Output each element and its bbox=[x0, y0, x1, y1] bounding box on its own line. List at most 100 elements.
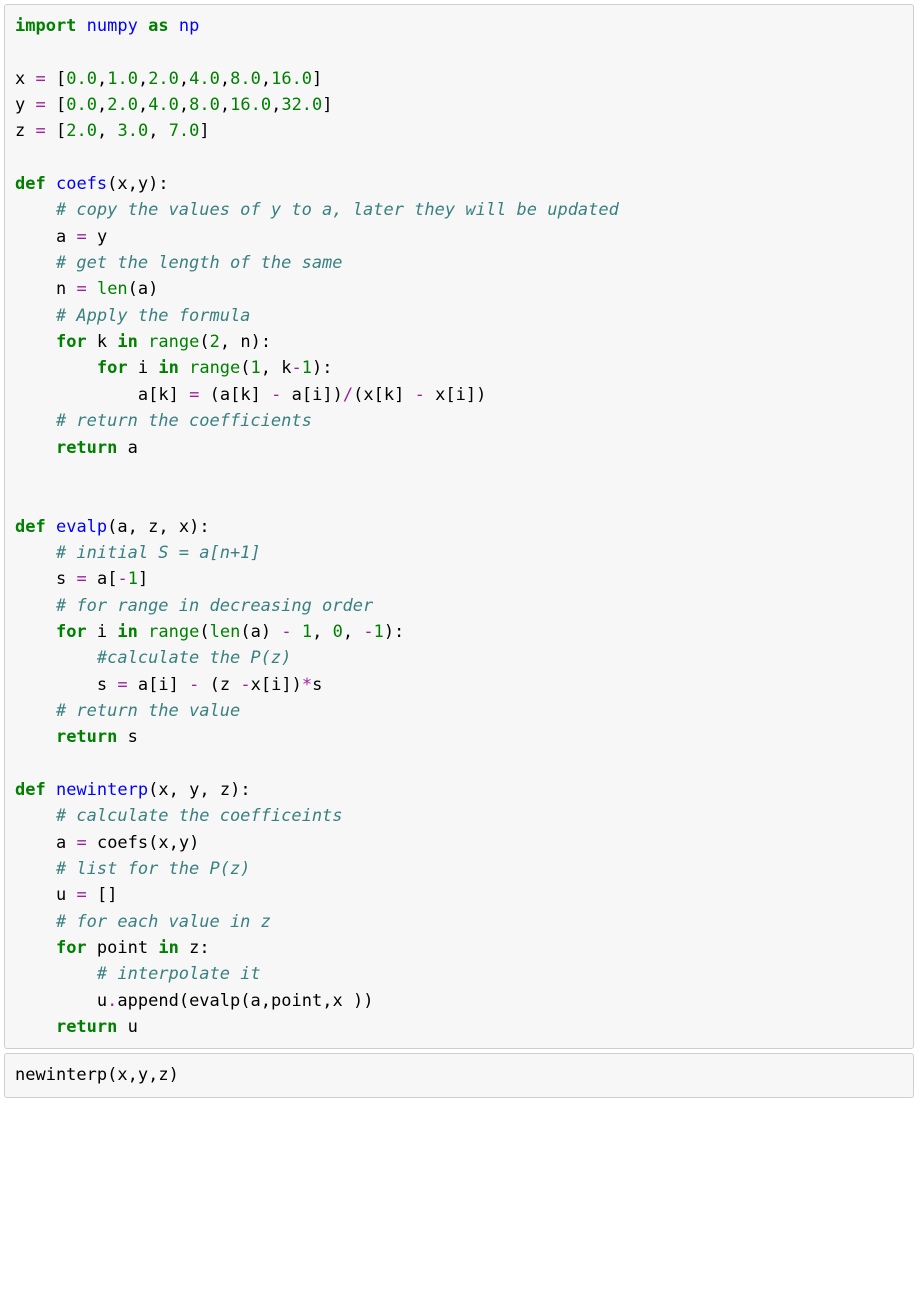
num: 2.0 bbox=[66, 121, 97, 141]
punct: ( bbox=[240, 991, 250, 1011]
num: 7.0 bbox=[169, 121, 200, 141]
punct: , bbox=[128, 1065, 138, 1085]
num: 32.0 bbox=[281, 95, 322, 115]
id: x bbox=[332, 991, 342, 1011]
id: a bbox=[292, 385, 302, 405]
op-minus: - bbox=[281, 622, 291, 642]
punct: [ bbox=[107, 569, 117, 589]
punct: ) bbox=[333, 385, 343, 405]
num: 1 bbox=[128, 569, 138, 589]
punct: [ bbox=[56, 95, 66, 115]
punct: ] bbox=[466, 385, 476, 405]
code-cell-1[interactable]: import numpy as np x = [0.0,1.0,2.0,4.0,… bbox=[4, 4, 914, 1049]
indent bbox=[15, 438, 56, 458]
punct: , bbox=[148, 121, 158, 141]
kw-in: in bbox=[117, 622, 137, 642]
punct: , bbox=[128, 517, 138, 537]
punct: , bbox=[97, 121, 107, 141]
punct: , bbox=[312, 622, 322, 642]
num: 1 bbox=[374, 622, 384, 642]
punct: ( bbox=[148, 780, 158, 800]
punct: , bbox=[128, 174, 138, 194]
code-cell-2[interactable]: newinterp(x,y,z) bbox=[4, 1053, 914, 1097]
op-times: * bbox=[302, 675, 312, 695]
indent bbox=[15, 596, 56, 616]
op-eq: = bbox=[36, 69, 46, 89]
id: y bbox=[179, 833, 189, 853]
indent bbox=[15, 279, 56, 299]
id: x bbox=[363, 385, 373, 405]
call-newinterp: newinterp bbox=[15, 1065, 107, 1085]
punct: ] bbox=[107, 885, 117, 905]
punct: ( bbox=[148, 833, 158, 853]
punct: [ bbox=[56, 69, 66, 89]
comment: # interpolate it bbox=[97, 964, 261, 984]
punct: ( bbox=[107, 174, 117, 194]
punct: ] bbox=[312, 69, 322, 89]
sp bbox=[343, 991, 353, 1011]
op-minus: - bbox=[240, 675, 250, 695]
indent bbox=[15, 306, 56, 326]
id: y bbox=[189, 780, 199, 800]
id: s bbox=[56, 569, 66, 589]
sp bbox=[271, 358, 281, 378]
punct: , bbox=[179, 95, 189, 115]
sp bbox=[425, 385, 435, 405]
num: 1 bbox=[302, 622, 312, 642]
sp bbox=[404, 385, 414, 405]
indent bbox=[15, 912, 56, 932]
kw-in: in bbox=[158, 938, 178, 958]
num: 3.0 bbox=[117, 121, 148, 141]
comment: # list for the P(z) bbox=[56, 859, 250, 879]
num: 2.0 bbox=[148, 69, 179, 89]
builtin-len: len bbox=[210, 622, 241, 642]
kw-for: for bbox=[56, 622, 87, 642]
punct: , bbox=[322, 991, 332, 1011]
fn-evalp: evalp bbox=[56, 517, 107, 537]
alias-np: np bbox=[179, 16, 199, 36]
op-minus: - bbox=[363, 622, 373, 642]
id: u bbox=[97, 991, 107, 1011]
op-eq: = bbox=[76, 279, 86, 299]
id-z: z bbox=[15, 121, 25, 141]
indent bbox=[15, 1017, 56, 1037]
op-eq: = bbox=[76, 227, 86, 247]
op-minus: - bbox=[189, 675, 199, 695]
punct: , bbox=[261, 991, 271, 1011]
id: x bbox=[251, 675, 261, 695]
indent bbox=[15, 675, 97, 695]
op-dot: . bbox=[107, 991, 117, 1011]
punct: ( bbox=[107, 517, 117, 537]
punct: ( bbox=[107, 1065, 117, 1085]
id-y: y bbox=[15, 95, 25, 115]
kw-as: as bbox=[148, 16, 168, 36]
id: n bbox=[56, 279, 66, 299]
sp bbox=[158, 121, 168, 141]
op-eq: = bbox=[36, 121, 46, 141]
punct: ) bbox=[189, 833, 199, 853]
id: x bbox=[117, 174, 127, 194]
indent bbox=[15, 964, 97, 984]
indent bbox=[15, 991, 97, 1011]
punct: [ bbox=[445, 385, 455, 405]
kw-for: for bbox=[56, 332, 87, 352]
punct: ( bbox=[210, 385, 220, 405]
id: k bbox=[384, 385, 394, 405]
comment: # for range in decreasing order bbox=[56, 596, 373, 616]
builtin-len: len bbox=[97, 279, 128, 299]
id: s bbox=[312, 675, 322, 695]
indent bbox=[15, 569, 56, 589]
id: i bbox=[158, 675, 168, 695]
id: x bbox=[435, 385, 445, 405]
kw-in: in bbox=[158, 358, 178, 378]
indent bbox=[15, 701, 56, 721]
fn-coefs: coefs bbox=[56, 174, 107, 194]
id: point bbox=[97, 938, 148, 958]
indent bbox=[15, 833, 56, 853]
kw-return: return bbox=[56, 727, 117, 747]
kw-def: def bbox=[15, 174, 46, 194]
punct: ] bbox=[281, 675, 291, 695]
id: y bbox=[97, 227, 107, 247]
indent bbox=[15, 543, 56, 563]
id: i bbox=[312, 385, 322, 405]
